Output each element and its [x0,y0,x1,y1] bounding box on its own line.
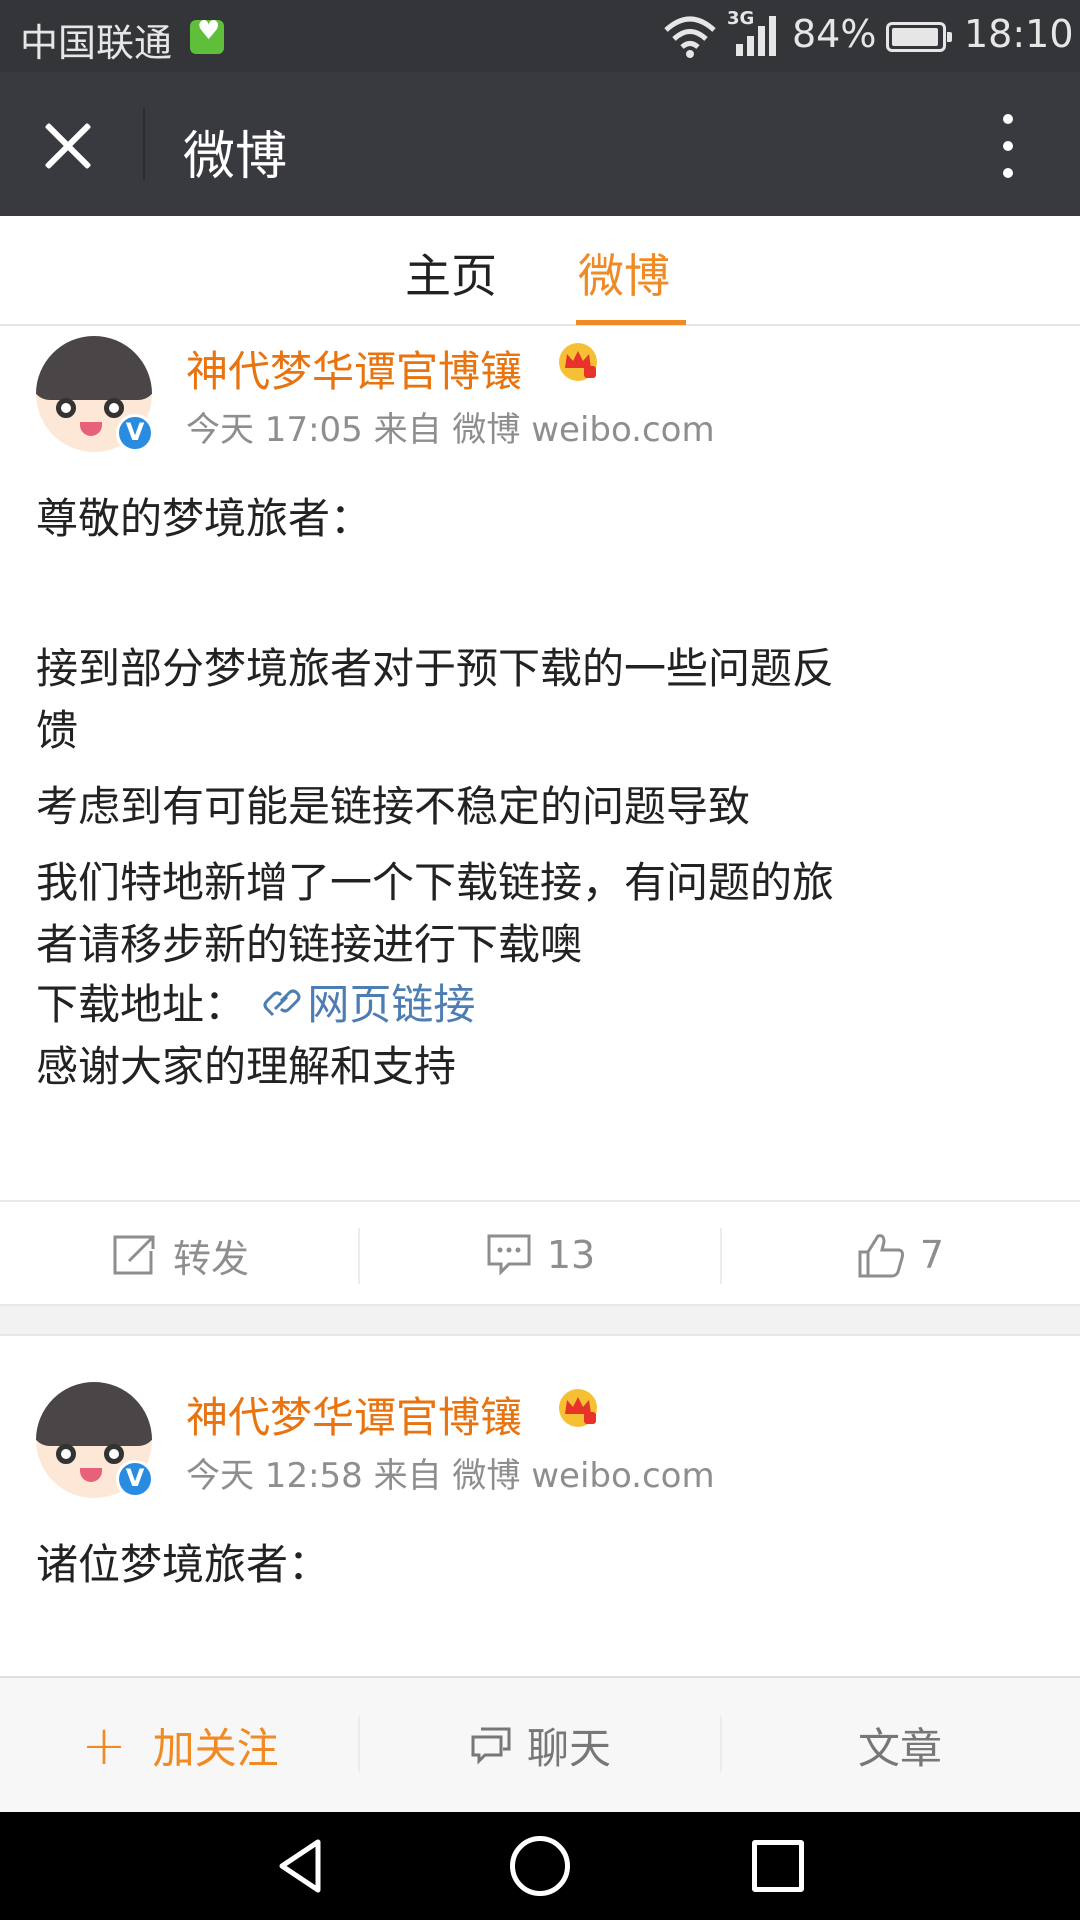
post-line: 接到部分梦境旅者对于预下载的一些问题反 [36,644,835,693]
download-line: 下载地址： 网页链接 [36,974,1046,1036]
link-icon [263,989,301,1017]
post-body: 尊敬的梦境旅者： 接到部分梦境旅者对于预下载的一些问题反 馈 考虑到有可能是链接… [36,488,1046,1098]
page-title: 微博 [183,127,288,187]
post-line: 尊敬的梦境旅者： [36,494,373,543]
post-line: 者请移步新的链接进行下载噢 [36,920,583,969]
status-bar: 中国联通 3G 84% 18:10 [0,0,1080,72]
close-icon[interactable] [38,116,96,174]
post-actions: 转发 13 7 [0,1200,1080,1306]
comment-icon [487,1234,531,1276]
post-author[interactable]: 神代梦华谭官博镶 [186,1384,522,1445]
post-meta: 今天 17:05 来自 微博 weibo.com [186,410,715,450]
article-label: 文章 [857,1723,942,1773]
comment-button[interactable]: 13 [360,1202,720,1308]
title-bar: 微博 [0,72,1080,216]
post-meta: 今天 12:58 来自 微博 weibo.com [186,1456,715,1496]
post-line: 我们特地新增了一个下载链接，有问题的旅 [36,858,835,907]
chat-button[interactable]: 聊天 [360,1678,720,1812]
post-line: 馈 [36,706,79,755]
home-icon[interactable] [510,1836,570,1896]
article-button[interactable]: 文章 [720,1678,1080,1812]
bottom-action-bar: + 加关注 聊天 文章 [0,1676,1080,1812]
follow-label: 加关注 [152,1723,279,1773]
carrier-name: 中国联通 [20,21,173,65]
system-nav-bar [0,1812,1080,1920]
post-line: 诸位梦境旅者： [36,1540,331,1589]
active-tab-indicator [576,320,686,325]
signal-icon [736,16,776,56]
recent-apps-icon[interactable] [752,1840,804,1892]
like-count: 7 [919,1233,945,1277]
thumbs-up-icon [858,1234,904,1278]
clock: 18:10 [964,12,1074,56]
more-options-icon[interactable] [995,114,1021,178]
post-separator [0,1306,1080,1336]
download-label: 下载地址： [36,980,247,1029]
post-closing: 感谢大家的理解和支持 [36,1042,457,1091]
repost-label: 转发 [172,1236,249,1281]
post-author[interactable]: 神代梦华谭官博镶 [186,338,522,399]
post-body: 诸位梦境旅者： [36,1534,1046,1596]
verified-badge-icon: V [116,1460,154,1498]
battery-icon [886,22,952,52]
comment-count: 13 [546,1233,596,1277]
like-button[interactable]: 7 [720,1202,1080,1308]
title-divider [143,108,145,180]
repost-icon [113,1235,155,1275]
crown-icon [559,343,597,381]
avatar[interactable]: V [36,1382,154,1498]
back-icon[interactable] [272,1836,332,1896]
chat-label: 聊天 [526,1723,611,1773]
chat-icon [471,1727,511,1765]
avatar[interactable]: V [36,336,154,452]
post-line: 考虑到有可能是链接不稳定的问题导致 [36,782,751,831]
tab-home[interactable]: 主页 [405,240,497,306]
profile-tabs: 主页 微博 [0,216,1080,326]
crown-icon [559,1389,597,1427]
verified-badge-icon: V [116,414,154,452]
plus-icon: + [81,1713,127,1777]
wifi-icon [664,16,716,58]
tab-weibo[interactable]: 微博 [578,240,670,306]
battery-percent: 84% [792,12,877,56]
post-line [36,550,1046,612]
weibo-post: V 神代梦华谭官博镶 今天 17:05 来自 微博 weibo.com 尊敬的梦… [0,328,1080,1306]
web-link[interactable]: 网页链接 [307,980,475,1029]
follow-button[interactable]: + 加关注 [0,1678,360,1812]
repost-button[interactable]: 转发 [0,1202,360,1308]
wechat-notification-icon [190,16,224,54]
weibo-post: V 神代梦华谭官博镶 今天 12:58 来自 微博 weibo.com 诸位梦境… [0,1338,1080,1676]
